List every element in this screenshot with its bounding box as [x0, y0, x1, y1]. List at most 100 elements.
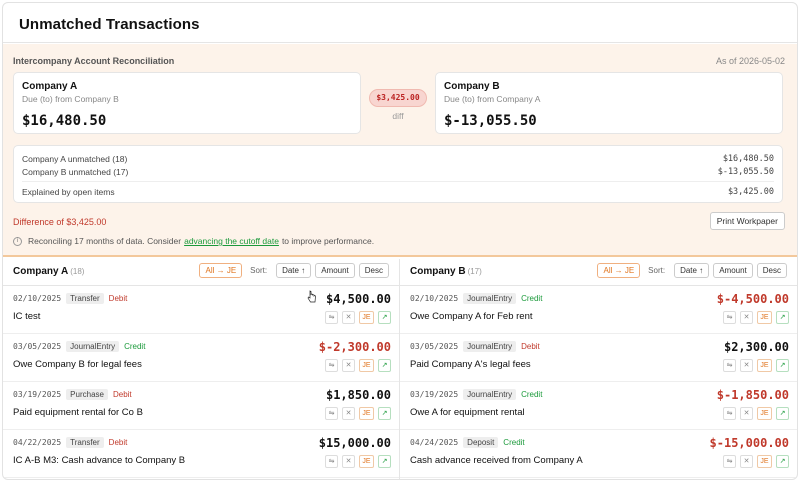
create-je-button[interactable]: JE	[757, 455, 772, 468]
company-b-subtitle: Due (to) from Company A	[444, 94, 541, 104]
dismiss-icon[interactable]: ✕	[740, 455, 753, 468]
row-type-tag: JournalEntry	[463, 341, 517, 352]
open-external-icon[interactable]: ↗	[776, 311, 789, 324]
row-direction: Credit	[521, 390, 543, 399]
all-to-je-button[interactable]: All → JE	[199, 263, 243, 278]
dismiss-icon[interactable]: ✕	[740, 407, 753, 420]
summary-divider	[22, 181, 774, 182]
row-meta: 03/05/2025 JournalEntry Credit	[13, 341, 145, 352]
table-row[interactable]: 03/05/2025 JournalEntry Credit Owe Company …	[3, 334, 399, 382]
table-row[interactable]: 04/24/2025 Deposit Credit Cash advance rece…	[400, 430, 797, 478]
row-amount: $15,000.00	[318, 436, 391, 450]
create-je-button[interactable]: JE	[757, 311, 772, 324]
table-row[interactable]: 03/05/2025 JournalEntry Debit Paid Company …	[400, 334, 797, 382]
row-description: Paid Company A's legal fees	[410, 359, 531, 370]
match-icon[interactable]: ⇋	[325, 359, 338, 372]
match-icon[interactable]: ⇋	[325, 311, 338, 324]
row-amount: $-2,300.00	[318, 340, 391, 354]
match-icon[interactable]: ⇋	[723, 407, 736, 420]
row-date: 02/10/2025	[13, 294, 62, 303]
dismiss-icon[interactable]: ✕	[342, 311, 355, 324]
row-direction: Credit	[521, 294, 543, 303]
row-actions: ⇋ ✕ JE ↗	[321, 455, 391, 468]
info-prefix: Reconciling 17 months of data. Consider	[28, 236, 182, 246]
open-external-icon[interactable]: ↗	[776, 455, 789, 468]
print-workpaper-button[interactable]: Print Workpaper	[709, 212, 785, 230]
table-row[interactable]: 02/10/2025 Transfer Debit IC test $4,500.00 ⇋…	[3, 286, 399, 334]
summary-row: Company A unmatched (18) $16,480.50	[22, 154, 774, 164]
column-title-text: Company B	[410, 266, 466, 277]
company-a-name: Company A	[22, 81, 78, 92]
company-a-card: Company A Due (to) from Company B $16,48…	[13, 72, 361, 134]
summary-row: Explained by open items $3,425.00	[22, 187, 774, 197]
create-je-button[interactable]: JE	[757, 407, 772, 420]
row-description: IC A-B M3: Cash advance to Company B	[13, 455, 186, 466]
open-external-icon[interactable]: ↗	[378, 455, 391, 468]
summary-row: Company B unmatched (17) $-13,055.50	[22, 167, 774, 177]
row-type-tag: Transfer	[66, 437, 104, 448]
advance-cutoff-link[interactable]: advancing the cutoff date	[184, 236, 279, 246]
table-row[interactable]: 03/19/2025 Purchase Debit Paid equipment re…	[3, 382, 399, 430]
sort-label: Sort:	[250, 266, 268, 275]
sort-amount-button[interactable]: Amount	[315, 263, 355, 278]
company-b-name: Company B	[444, 81, 500, 92]
create-je-button[interactable]: JE	[359, 311, 374, 324]
unmatched-transactions-panel: Unmatched Transactions Intercompany Acco…	[2, 2, 798, 480]
match-icon[interactable]: ⇋	[723, 311, 736, 324]
row-type-tag: JournalEntry	[463, 293, 517, 304]
table-row[interactable]: 04/22/2025 Transfer Debit IC A-B M3: Cash a…	[3, 430, 399, 478]
sort-amount-button[interactable]: Amount	[713, 263, 753, 278]
panel-header: Unmatched Transactions	[3, 3, 797, 43]
open-external-icon[interactable]: ↗	[776, 359, 789, 372]
row-direction: Debit	[108, 438, 128, 447]
open-external-icon[interactable]: ↗	[378, 359, 391, 372]
summary-value: $16,480.50	[722, 154, 774, 164]
as-of-date: As of 2026-05-02	[715, 56, 785, 66]
summary-label: Company B unmatched (17)	[22, 167, 129, 177]
row-description: Owe A for equipment rental	[410, 407, 525, 418]
dismiss-icon[interactable]: ✕	[342, 359, 355, 372]
dismiss-icon[interactable]: ✕	[740, 311, 753, 324]
create-je-button[interactable]: JE	[359, 359, 374, 372]
row-meta: 04/24/2025 Deposit Credit	[410, 437, 525, 448]
row-actions: ⇋ ✕ JE ↗	[321, 311, 391, 324]
row-direction: Credit	[124, 342, 146, 351]
create-je-button[interactable]: JE	[757, 359, 772, 372]
company-b-toolbar: All → JE Sort: Date ↑ Amount Desc	[597, 263, 787, 278]
table-row[interactable]: 03/19/2025 JournalEntry Credit Owe A for eq…	[400, 382, 797, 430]
sort-date-button[interactable]: Date ↑	[276, 263, 312, 278]
match-icon[interactable]: ⇋	[723, 359, 736, 372]
dismiss-icon[interactable]: ✕	[740, 359, 753, 372]
row-amount: $1,850.00	[325, 388, 391, 402]
match-icon[interactable]: ⇋	[325, 407, 338, 420]
row-date: 04/24/2025	[410, 438, 459, 447]
all-to-je-button[interactable]: All → JE	[597, 263, 641, 278]
row-date: 03/19/2025	[13, 390, 62, 399]
match-icon[interactable]: ⇋	[723, 455, 736, 468]
open-external-icon[interactable]: ↗	[378, 311, 391, 324]
sort-date-button[interactable]: Date ↑	[674, 263, 710, 278]
sort-desc-button[interactable]: Desc	[756, 263, 787, 278]
dismiss-icon[interactable]: ✕	[342, 455, 355, 468]
row-date: 03/05/2025	[13, 342, 62, 351]
row-direction: Debit	[112, 390, 132, 399]
info-icon: i	[13, 236, 22, 246]
row-direction: Credit	[503, 438, 525, 447]
row-actions: ⇋ ✕ JE ↗	[321, 359, 391, 372]
table-row[interactable]: 02/10/2025 JournalEntry Credit Owe Company …	[400, 286, 797, 334]
company-a-toolbar: All → JE Sort: Date ↑ Amount Desc	[199, 263, 389, 278]
create-je-button[interactable]: JE	[359, 407, 374, 420]
open-external-icon[interactable]: ↗	[776, 407, 789, 420]
company-b-column-title: Company B (17)	[410, 266, 482, 277]
row-type-tag: JournalEntry	[66, 341, 120, 352]
row-amount: $-4,500.00	[716, 292, 789, 306]
row-amount: $4,500.00	[325, 292, 391, 306]
row-meta: 03/19/2025 JournalEntry Credit	[410, 389, 542, 400]
dismiss-icon[interactable]: ✕	[342, 407, 355, 420]
create-je-button[interactable]: JE	[359, 455, 374, 468]
page-title: Unmatched Transactions	[19, 16, 200, 33]
match-icon[interactable]: ⇋	[325, 455, 338, 468]
open-external-icon[interactable]: ↗	[378, 407, 391, 420]
sort-label: Sort:	[648, 266, 666, 275]
sort-desc-button[interactable]: Desc	[358, 263, 389, 278]
